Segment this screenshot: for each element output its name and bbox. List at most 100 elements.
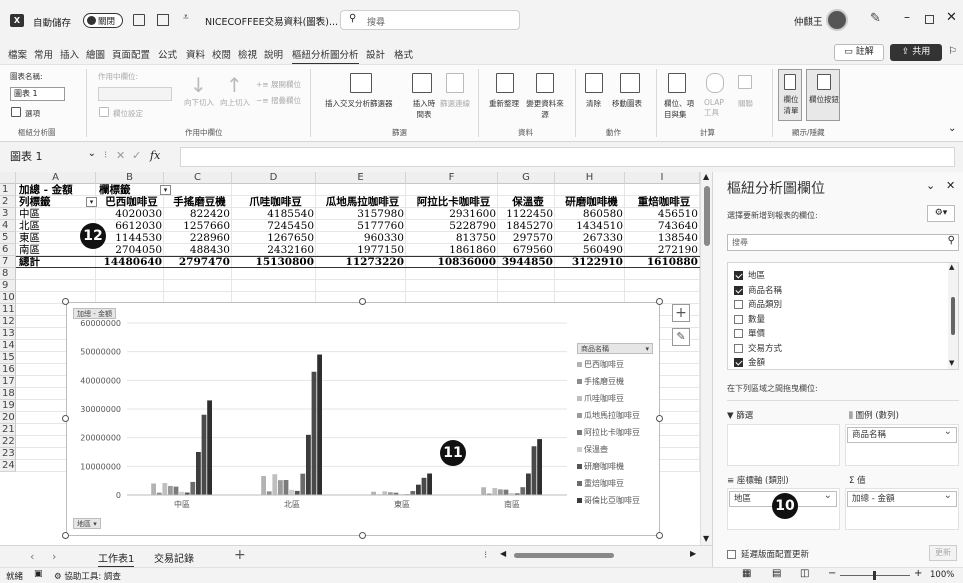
- data-cell[interactable]: 2931600: [406, 208, 498, 220]
- menu-insert[interactable]: 插入: [60, 47, 79, 61]
- row-header[interactable]: 16: [0, 364, 16, 376]
- minimize-icon[interactable]: –: [904, 10, 910, 24]
- field-settings-button[interactable]: 欄位設定: [113, 108, 143, 119]
- prev-sheet-icon[interactable]: ‹: [30, 550, 34, 563]
- menu-page-layout[interactable]: 頁面配置: [112, 47, 150, 61]
- legend-item[interactable]: 巴西咖啡豆: [577, 359, 624, 370]
- page-layout-view-icon[interactable]: ▤: [772, 568, 781, 579]
- field-checkbox-item[interactable]: 單價: [734, 327, 765, 339]
- data-cell[interactable]: 中區: [16, 208, 96, 220]
- sheet-tab[interactable]: 交易記錄: [154, 550, 194, 565]
- column-filter-dropdown[interactable]: ▾: [160, 185, 171, 195]
- legend-item[interactable]: 手搖磨豆機: [577, 376, 624, 387]
- form-icon[interactable]: [157, 14, 169, 26]
- chart-styles-button[interactable]: ✎: [672, 328, 690, 346]
- field-checkbox-item[interactable]: 商品名稱: [734, 284, 782, 296]
- h-scroll-thumb[interactable]: [514, 553, 614, 558]
- customize-qat-icon[interactable]: ⩡: [183, 12, 189, 23]
- scroll-right-icon[interactable]: ▶: [690, 549, 696, 558]
- legend-item[interactable]: 研磨咖啡機: [577, 461, 624, 472]
- data-cell[interactable]: 巴西咖啡豆: [96, 196, 164, 208]
- data-cell[interactable]: 加總 - 金額: [16, 184, 106, 196]
- resize-handle[interactable]: [656, 532, 663, 539]
- filter-drop-area[interactable]: [727, 424, 840, 466]
- tab-splitter-icon[interactable]: ⁝: [484, 550, 487, 561]
- row-header[interactable]: 21: [0, 424, 16, 436]
- row-header[interactable]: 12: [0, 316, 16, 328]
- next-sheet-icon[interactable]: ›: [52, 550, 56, 563]
- row-header[interactable]: 10: [0, 292, 16, 304]
- data-cell[interactable]: 6612030: [96, 220, 164, 232]
- menu-data[interactable]: 資料: [186, 47, 205, 61]
- change-source-button[interactable]: 變更資料來源: [524, 98, 566, 120]
- page-break-view-icon[interactable]: ◫: [800, 568, 809, 579]
- data-cell[interactable]: 4020030: [96, 208, 164, 220]
- column-header[interactable]: G: [498, 172, 555, 184]
- row-header[interactable]: 13: [0, 328, 16, 340]
- checkbox[interactable]: [734, 358, 743, 367]
- avatar[interactable]: [826, 9, 848, 31]
- relations-button[interactable]: 關聯: [738, 98, 753, 109]
- data-cell[interactable]: 228960: [164, 232, 232, 244]
- data-cell[interactable]: 138540: [625, 232, 700, 244]
- data-cell[interactable]: 爪哇咖啡豆: [232, 196, 316, 208]
- axis-field-button[interactable]: 地區 ▾: [73, 518, 101, 529]
- options-button[interactable]: 選項: [25, 108, 40, 119]
- zoom-slider[interactable]: [840, 571, 910, 580]
- ribbon-collapse-icon[interactable]: ⌄: [948, 123, 956, 134]
- data-cell[interactable]: 1257660: [164, 220, 232, 232]
- scroll-left-icon[interactable]: ◀: [500, 549, 506, 558]
- checkbox[interactable]: [734, 343, 743, 353]
- data-cell[interactable]: 272190: [625, 244, 700, 256]
- close-icon[interactable]: ✕: [946, 10, 957, 25]
- chart-elements-button[interactable]: +: [672, 304, 690, 322]
- column-header[interactable]: A: [16, 172, 96, 184]
- column-header[interactable]: E: [316, 172, 406, 184]
- name-box[interactable]: 圖表 1 ⌄: [4, 147, 98, 167]
- checkbox[interactable]: [734, 271, 743, 280]
- insert-timeline-button[interactable]: 插入時間表: [412, 98, 436, 120]
- legend-item[interactable]: 哥倫比亞咖啡豆: [577, 495, 640, 506]
- zoom-out-icon[interactable]: −: [828, 568, 836, 579]
- active-field-input[interactable]: [98, 87, 172, 101]
- row-header[interactable]: 18: [0, 388, 16, 400]
- legend-item[interactable]: 瓜地馬拉咖啡豆: [577, 410, 640, 421]
- zoom-in-icon[interactable]: +: [914, 568, 922, 579]
- accessibility-status[interactable]: ⚙ 協助工具: 調查: [54, 570, 121, 582]
- olap-button[interactable]: OLAP工具: [704, 98, 730, 118]
- row-header[interactable]: 11: [0, 304, 16, 316]
- pane-settings-button[interactable]: ⚙▾: [927, 205, 955, 222]
- field-checkbox-item[interactable]: 交易方式: [734, 342, 782, 354]
- data-cell[interactable]: 488430: [164, 244, 232, 256]
- chart-name-input[interactable]: 圖表 1: [10, 87, 65, 101]
- legend-item[interactable]: 保溫壺: [577, 444, 608, 455]
- data-cell[interactable]: 743640: [625, 220, 700, 232]
- zoom-slider-thumb[interactable]: [873, 571, 876, 580]
- data-cell[interactable]: 2432160: [232, 244, 316, 256]
- row-header[interactable]: 23: [0, 448, 16, 460]
- legend-item[interactable]: 阿拉比卡咖啡豆: [577, 427, 640, 438]
- column-header[interactable]: D: [232, 172, 316, 184]
- data-cell[interactable]: 822420: [164, 208, 232, 220]
- field-checkbox-item[interactable]: 金額: [734, 356, 765, 368]
- data-cell[interactable]: 679560: [498, 244, 555, 256]
- menu-view[interactable]: 檢視: [238, 47, 257, 61]
- data-cell[interactable]: 5228790: [406, 220, 498, 232]
- row-filter-dropdown[interactable]: ▾: [86, 197, 97, 207]
- formula-input[interactable]: [180, 147, 955, 167]
- data-cell[interactable]: 4185540: [232, 208, 316, 220]
- data-cell[interactable]: 2704050: [96, 244, 164, 256]
- update-button[interactable]: 更新: [929, 545, 957, 561]
- data-cell[interactable]: 列標籤: [16, 196, 96, 208]
- data-cell[interactable]: 5177760: [316, 220, 406, 232]
- menu-design[interactable]: 設計: [366, 47, 385, 61]
- data-cell[interactable]: 保溫壺: [498, 196, 555, 208]
- row-header[interactable]: 3: [0, 208, 16, 220]
- data-cell[interactable]: 重焙咖啡豆: [625, 196, 700, 208]
- resize-handle[interactable]: [359, 298, 366, 305]
- cancel-icon[interactable]: ✕: [116, 149, 125, 162]
- values-field-dropdown[interactable]: 加總 - 金額: [847, 489, 957, 507]
- filter-connections-button[interactable]: 篩選連線: [440, 98, 470, 109]
- menu-file[interactable]: 檔案: [8, 47, 27, 61]
- data-cell[interactable]: 1434510: [555, 220, 625, 232]
